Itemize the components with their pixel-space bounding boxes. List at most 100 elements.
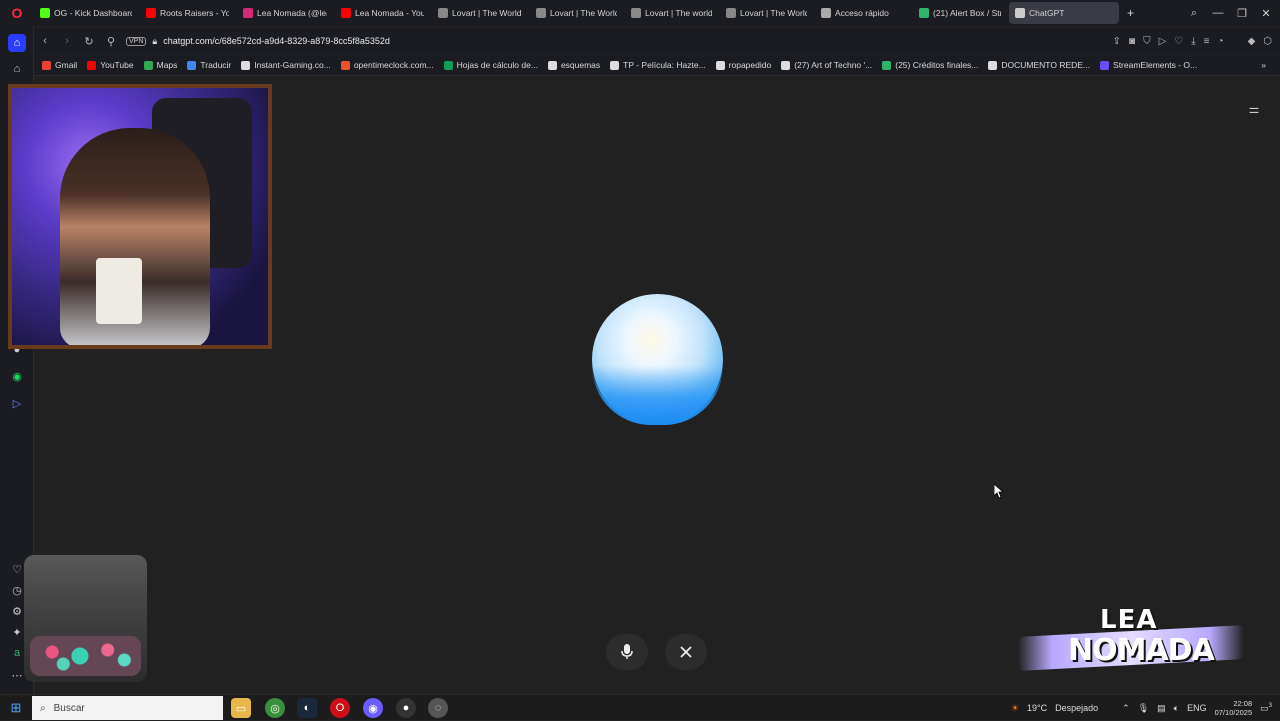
vpn-badge[interactable]: VPN xyxy=(126,36,147,46)
play-icon[interactable]: ▷ xyxy=(1159,36,1167,47)
tab-label: Lovart | The world's fi xyxy=(645,8,712,18)
address-bar: ‹ › ↻ ⚲ VPN 🔒︎ chatgpt.com/c/68e572cd-a9… xyxy=(34,28,1280,54)
logo-line1: LEA xyxy=(1100,605,1158,635)
bookmark-item[interactable]: esquemas xyxy=(547,60,600,70)
url-field[interactable]: chatgpt.com/c/68e572cd-a9d4-8329-a879-8c… xyxy=(163,36,390,46)
bookmark-item[interactable]: ropapedido xyxy=(715,60,772,70)
lock-icon: 🔒︎ xyxy=(152,35,158,46)
bookmark-label: ropapedido xyxy=(728,60,772,70)
mic-button[interactable] xyxy=(606,634,648,670)
notification-count: 3 xyxy=(1268,702,1272,709)
aria-icon[interactable]: ◆ xyxy=(1248,36,1256,47)
taskbar-search[interactable]: ⌕ Buscar xyxy=(32,696,223,720)
bookmark-item[interactable]: DOCUMENTO REDE... xyxy=(988,60,1090,70)
youtube-icon xyxy=(341,8,351,18)
weather-text: Despejado xyxy=(1055,703,1099,713)
tabs-container: OG - Kick Dashboard Roots Raisers - YouTu… xyxy=(34,2,1140,24)
tab-3[interactable]: Lea Nomada - YouTu xyxy=(335,2,430,24)
lovart-icon xyxy=(438,8,448,18)
tab-6[interactable]: Lovart | The world's fi xyxy=(625,2,718,24)
forward-icon[interactable]: › xyxy=(56,35,78,47)
bookmark-label: StreamElements - O... xyxy=(1113,60,1198,70)
tab-8[interactable]: Acceso rápido xyxy=(815,2,911,24)
share-icon[interactable]: ⇪ xyxy=(1113,36,1121,47)
tab-2[interactable]: Lea Nomada (@leand xyxy=(237,2,333,24)
tab-9[interactable]: (21) Alert Box / Strea xyxy=(913,2,1007,24)
clock[interactable]: 22:08 07/10/2025 xyxy=(1215,699,1253,717)
tab-label: Lovart | The World's F xyxy=(740,8,807,18)
tab-1[interactable]: Roots Raisers - YouTu xyxy=(140,2,235,24)
bookmark-item[interactable]: (25) Créditos finales... xyxy=(882,60,978,70)
bookmark-item[interactable]: YouTube xyxy=(87,60,134,70)
chrome-icon[interactable]: ◎ xyxy=(265,698,285,718)
back-icon[interactable]: ‹ xyxy=(34,35,56,47)
home-icon[interactable]: ⌂ xyxy=(8,34,26,52)
bookmark-icon xyxy=(781,60,791,70)
tab-label: Lea Nomada (@leand xyxy=(257,8,327,18)
opera-icon[interactable]: O xyxy=(330,698,350,718)
search-tabs-icon[interactable]: ⌕ xyxy=(1182,0,1206,26)
menu-icon[interactable]: ≡ xyxy=(1204,36,1210,47)
windows-start-icon[interactable]: ⊞ xyxy=(6,698,26,718)
spotify-icon[interactable]: ◉ xyxy=(8,367,26,385)
player-icon[interactable]: ▷ xyxy=(8,394,26,412)
bookmark-item[interactable]: TP - Película: Hazte... xyxy=(610,60,706,70)
tab-5[interactable]: Lovart | The World's F xyxy=(530,2,623,24)
camera-icon[interactable]: ◙ xyxy=(1129,36,1135,47)
bookmark-item[interactable]: Traducir xyxy=(187,60,231,70)
profile-icon[interactable]: ◔ xyxy=(1218,36,1224,47)
site-info-icon[interactable]: ⚲ xyxy=(100,35,122,48)
bookmark-item[interactable]: Instant-Gaming.co... xyxy=(241,60,331,70)
minimize-icon[interactable]: — xyxy=(1206,0,1230,26)
bookmark-icon xyxy=(1100,60,1110,70)
language[interactable]: ENG xyxy=(1187,703,1207,713)
system-tray: ☀ 19°C Despejado ⌃ 🎙︎ ▤ 🔈︎ ENG 22:08 07/… xyxy=(1011,695,1280,721)
file-explorer-icon[interactable]: ▭ xyxy=(231,698,251,718)
close-window-icon[interactable]: ✕ xyxy=(1254,0,1278,26)
volume-icon[interactable]: 🔈︎ xyxy=(1174,703,1179,714)
new-tab-icon[interactable]: + xyxy=(1121,2,1140,24)
restore-icon[interactable]: ❐ xyxy=(1230,0,1254,26)
bookmark-label: (27) Art of Techno '... xyxy=(794,60,873,70)
tray-chevron-icon[interactable]: ⌃ xyxy=(1122,703,1130,714)
tab-strip: O OG - Kick Dashboard Roots Raisers - You… xyxy=(0,0,1280,26)
bookmark-label: Maps xyxy=(156,60,178,70)
notifications-icon[interactable]: ▭3 xyxy=(1260,703,1272,714)
tab-7[interactable]: Lovart | The World's F xyxy=(720,2,813,24)
bookmark-item[interactable]: StreamElements - O... xyxy=(1100,60,1197,70)
bookmark-icon xyxy=(42,60,51,70)
heart-icon[interactable]: ♡ xyxy=(1174,36,1183,47)
bookmark-item[interactable]: Maps xyxy=(143,60,178,70)
bookmark-item[interactable]: Hojas de cálculo de... xyxy=(443,60,538,70)
tab-0[interactable]: OG - Kick Dashboard xyxy=(34,2,138,24)
extensions-icon[interactable]: ⬡ xyxy=(1263,36,1272,47)
tab-label: ChatGPT xyxy=(1029,8,1065,18)
opera-logo-icon[interactable]: O xyxy=(0,0,34,26)
weather-temp: 19°C xyxy=(1027,703,1048,713)
lovart-icon xyxy=(536,8,546,18)
reload-icon[interactable]: ↻ xyxy=(78,35,100,48)
tab-4[interactable]: Lovart | The World's F xyxy=(432,2,528,24)
sliders-icon[interactable]: ⚌ xyxy=(1246,101,1262,117)
obs-icon[interactable]: ● xyxy=(396,698,416,718)
network-icon[interactable]: ▤ xyxy=(1157,703,1166,714)
tab-label: (21) Alert Box / Strea xyxy=(933,8,1001,18)
bookmarks-overflow-icon[interactable]: » xyxy=(1261,60,1266,70)
steam-icon[interactable]: ◐ xyxy=(297,698,317,718)
bookmark-label: opentimeclock.com... xyxy=(353,60,434,70)
mic-tray-icon[interactable]: 🎙︎ xyxy=(1138,703,1149,714)
youtube-icon xyxy=(146,8,156,18)
bookmark-icon xyxy=(340,60,350,70)
bookmark-item[interactable]: (27) Art of Techno '... xyxy=(781,60,872,70)
download-icon[interactable]: ⤓ xyxy=(1191,36,1195,47)
tab-10[interactable]: ChatGPT xyxy=(1009,2,1119,24)
speed-dial-icon[interactable]: ⌂ xyxy=(8,60,26,78)
close-button[interactable] xyxy=(665,634,707,670)
discord-icon[interactable]: ◉ xyxy=(363,698,383,718)
app-icon[interactable]: ◌ xyxy=(428,698,448,718)
clock-time: 22:08 xyxy=(1233,699,1253,708)
bookmark-item[interactable]: opentimeclock.com... xyxy=(340,60,434,70)
bookmark-item[interactable]: Gmail xyxy=(42,60,77,70)
shield-icon[interactable]: ⛉ xyxy=(1143,36,1151,47)
voice-orb xyxy=(592,294,723,425)
